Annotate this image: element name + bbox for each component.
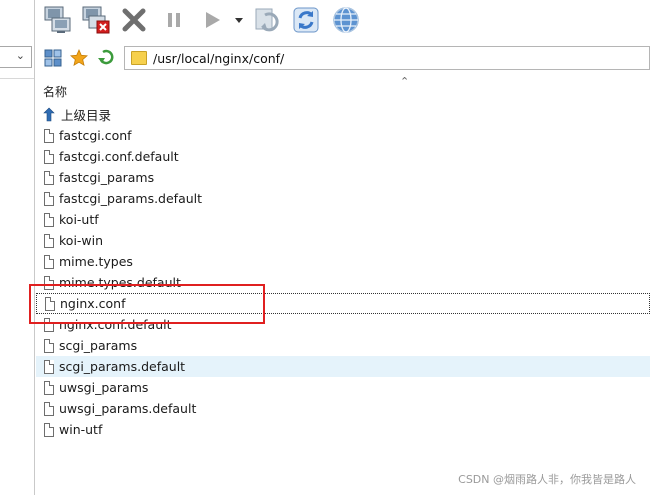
file-row[interactable]: fastcgi_params — [36, 167, 650, 188]
connect-computer-icon — [44, 6, 71, 33]
file-name: uwsgi_params.default — [59, 401, 197, 416]
file-row[interactable]: scgi_params — [36, 335, 650, 356]
file-name: fastcgi_params.default — [59, 191, 203, 206]
file-icon — [44, 422, 54, 437]
address-input[interactable]: /usr/local/nginx/conf/ — [124, 46, 650, 70]
file-row[interactable]: fastcgi.conf — [36, 125, 650, 146]
dropdown-arrow-icon — [235, 18, 243, 23]
disconnect-button[interactable] — [80, 4, 112, 36]
file-name: uwsgi_params — [59, 380, 149, 395]
chevron-down-icon[interactable]: ⌄ — [16, 49, 25, 62]
back-arrow-icon — [98, 49, 114, 65]
cancel-button[interactable] — [118, 4, 150, 36]
column-header: ⌃ 名称 — [36, 75, 650, 100]
pause-button[interactable] — [160, 4, 188, 36]
left-divider — [0, 78, 34, 79]
globe-button[interactable] — [330, 4, 362, 36]
file-name: mime.types — [59, 254, 133, 269]
globe-icon — [333, 7, 359, 33]
back-button[interactable] — [94, 46, 116, 70]
file-name: fastcgi_params — [59, 170, 155, 185]
play-button[interactable] — [198, 4, 226, 36]
file-name: scgi_params — [59, 338, 138, 353]
file-row[interactable]: mime.types — [36, 251, 650, 272]
connect-button[interactable] — [42, 4, 74, 36]
file-icon — [44, 338, 54, 353]
file-row[interactable]: koi-utf — [36, 209, 650, 230]
red-highlight-annotation — [29, 284, 265, 324]
file-row[interactable]: win-utf — [36, 419, 650, 440]
file-row[interactable]: uwsgi_params — [36, 377, 650, 398]
file-icon — [44, 170, 54, 185]
parent-directory-icon — [42, 107, 56, 122]
file-icon — [44, 128, 54, 143]
file-row[interactable]: fastcgi_params.default — [36, 188, 650, 209]
file-name: win-utf — [59, 422, 103, 437]
watermark: CSDN @烟雨路人非，你我皆是路人 — [458, 473, 636, 486]
file-icon — [44, 380, 54, 395]
address-bar: /usr/local/nginx/conf/ — [36, 44, 650, 72]
file-icon — [44, 401, 54, 416]
star-icon — [70, 49, 88, 67]
sync-button[interactable] — [252, 4, 284, 36]
disconnect-computer-icon — [82, 6, 110, 34]
parent-directory-label: 上级目录 — [61, 108, 112, 123]
sort-ascending-icon: ⌃ — [400, 75, 410, 88]
column-name-header[interactable]: 名称 — [43, 83, 67, 100]
file-row[interactable]: uwsgi_params.default — [36, 398, 650, 419]
file-name: scgi_params.default — [59, 359, 186, 374]
file-name: fastcgi.conf.default — [59, 149, 179, 164]
play-icon — [206, 12, 220, 28]
file-icon — [44, 191, 54, 206]
favorites-button[interactable] — [68, 46, 90, 70]
left-pane: ⌄ — [0, 0, 35, 495]
file-name: koi-win — [59, 233, 104, 248]
file-row[interactable]: fastcgi.conf.default — [36, 146, 650, 167]
left-path-combo[interactable]: ⌄ — [0, 46, 32, 68]
file-icon — [44, 149, 54, 164]
parent-directory-row[interactable]: 上级目录 — [36, 104, 650, 125]
folder-icon — [131, 51, 147, 65]
bookmark-grid-icon — [44, 49, 62, 67]
pause-icon — [168, 13, 180, 27]
file-icon — [44, 212, 54, 227]
file-row[interactable]: koi-win — [36, 230, 650, 251]
sync-dim-icon — [255, 8, 279, 32]
file-icon — [44, 233, 54, 248]
file-name: koi-utf — [59, 212, 99, 227]
play-options-dropdown[interactable] — [232, 4, 246, 36]
file-icon — [44, 359, 54, 374]
file-name: fastcgi.conf — [59, 128, 132, 143]
bookmarks-button[interactable] — [42, 46, 64, 70]
toolbar — [36, 0, 650, 42]
cancel-x-icon — [122, 8, 146, 32]
file-icon — [44, 254, 54, 269]
file-row[interactable]: scgi_params.default — [36, 356, 650, 377]
refresh-icon — [293, 7, 319, 33]
address-path: /usr/local/nginx/conf/ — [153, 50, 285, 66]
refresh-button[interactable] — [290, 4, 322, 36]
